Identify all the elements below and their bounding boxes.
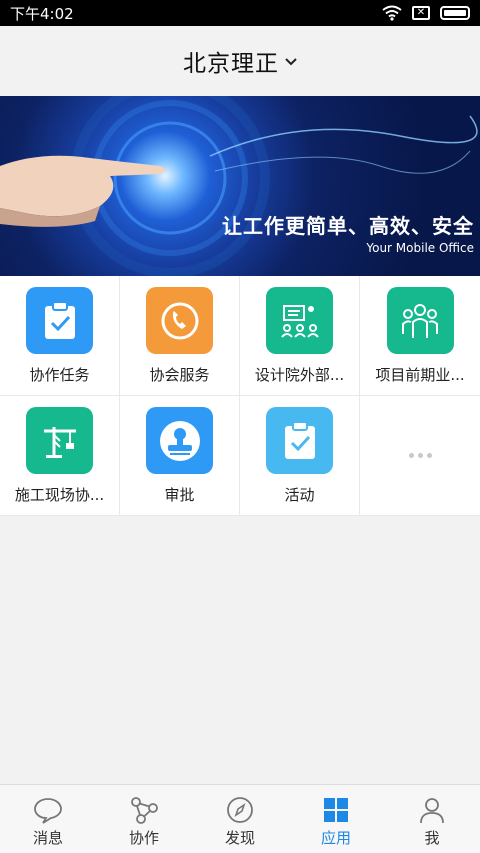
banner-slogan: 让工作更简单、高效、安全: [222, 214, 474, 238]
tab-label: 我: [424, 829, 440, 847]
status-bar: 下午4:02 ✕: [0, 0, 480, 26]
app-tile[interactable]: 活动: [240, 396, 360, 516]
status-time: 下午4:02: [10, 4, 74, 23]
tab-label: 发现: [224, 829, 255, 847]
app-label: 审批: [164, 486, 195, 504]
chat-icon: [34, 798, 62, 824]
app-label: 项目前期业...: [375, 366, 465, 384]
app-tile[interactable]: 审批: [120, 396, 240, 516]
app-tile[interactable]: 设计院外部...: [240, 276, 360, 396]
app-grid: 协作任务 协会服务 设计院外部... 项目前期业... 施工现场协... 审批: [0, 276, 480, 516]
app-tile[interactable]: 协作任务: [0, 276, 120, 396]
app-label: 协作任务: [29, 366, 90, 384]
banner[interactable]: 让工作更简单、高效、安全 Your Mobile Office: [0, 96, 480, 276]
tab-apps[interactable]: 应用: [288, 785, 384, 853]
grid-icon: [324, 798, 348, 822]
app-tile[interactable]: 项目前期业...: [360, 276, 480, 396]
tab-bar: 消息 协作 发现 应用 我: [0, 784, 480, 853]
wifi-icon: [382, 5, 402, 21]
tab-label: 应用: [320, 829, 351, 847]
clipboard-check-icon: [266, 407, 333, 474]
crane-icon: [26, 407, 93, 474]
status-icons: ✕: [382, 5, 470, 21]
tab-me[interactable]: 我: [384, 785, 480, 853]
battery-icon: [440, 6, 470, 20]
compass-icon: [227, 797, 253, 823]
app-label: 协会服务: [149, 366, 210, 384]
header: 北京理正: [0, 26, 480, 96]
chevron-down-icon[interactable]: [285, 58, 297, 66]
tab-collaboration[interactable]: 协作: [96, 785, 192, 853]
group-icon: [386, 287, 454, 354]
more-apps-tile[interactable]: [360, 396, 480, 516]
tab-discover[interactable]: 发现: [192, 785, 288, 853]
share-nodes-icon: [131, 797, 158, 824]
phone-icon: [146, 287, 213, 354]
no-sim-icon: ✕: [412, 6, 430, 20]
app-label: 施工现场协...: [14, 486, 105, 504]
person-icon: [420, 798, 444, 824]
tab-messages[interactable]: 消息: [0, 785, 96, 853]
app-tile[interactable]: 协会服务: [120, 276, 240, 396]
app-tile[interactable]: 施工现场协...: [0, 396, 120, 516]
tab-label: 协作: [128, 829, 159, 847]
app-label: 设计院外部...: [254, 366, 345, 384]
stamp-icon: [146, 407, 213, 474]
banner-subtitle: Your Mobile Office: [366, 241, 474, 255]
page-title[interactable]: 北京理正: [183, 44, 279, 78]
more-icon: [408, 453, 432, 458]
app-label: 活动: [284, 486, 315, 504]
tab-label: 消息: [32, 829, 63, 847]
presentation-icon: [266, 287, 333, 354]
clipboard-check-icon: [26, 287, 93, 354]
